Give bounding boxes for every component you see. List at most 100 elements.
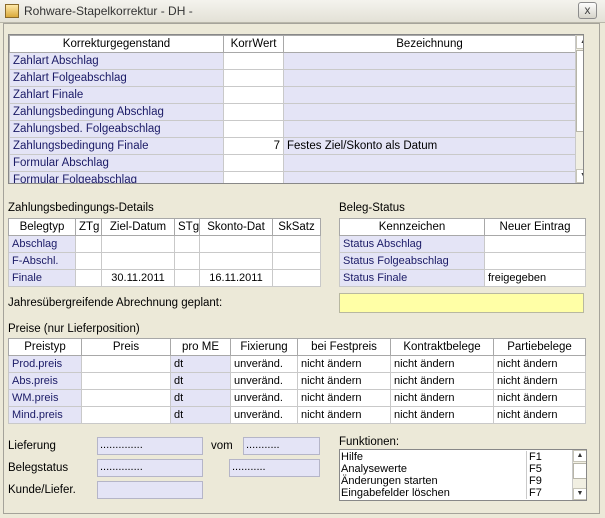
- app-icon: [5, 4, 19, 18]
- beleg-title: Beleg-Status: [339, 202, 405, 214]
- ztg-cell[interactable]: [75, 235, 102, 253]
- stg-cell[interactable]: [174, 269, 200, 287]
- pro-me-cell[interactable]: dt: [170, 389, 231, 407]
- table-row[interactable]: F-Abschl.: [8, 252, 321, 270]
- table-row[interactable]: Zahlungsbed. Folgeabschlag: [9, 120, 576, 138]
- korrwert-cell[interactable]: [223, 120, 284, 138]
- korrwert-cell[interactable]: [223, 86, 284, 104]
- function-name: Hilfe: [341, 451, 364, 463]
- sksatz-cell[interactable]: [272, 235, 321, 253]
- belegtyp-cell: Abschlag: [8, 235, 76, 253]
- fixierung-cell[interactable]: unveränd.: [230, 389, 298, 407]
- kontraktbelege-cell[interactable]: nicht ändern: [390, 389, 494, 407]
- partiebelege-cell[interactable]: nicht ändern: [493, 389, 586, 407]
- table-row[interactable]: Zahlart Abschlag: [9, 52, 576, 70]
- scroll-thumb[interactable]: [573, 463, 586, 479]
- table-row[interactable]: Abschlag: [8, 235, 321, 253]
- header-ziel-datum: Ziel-Datum: [101, 218, 175, 236]
- lieferung-field[interactable]: ..............: [97, 437, 203, 455]
- bei-festpreis-cell[interactable]: nicht ändern: [297, 355, 391, 373]
- vom-label: vom: [211, 440, 233, 452]
- korrwert-cell[interactable]: [223, 52, 284, 70]
- partiebelege-cell[interactable]: nicht ändern: [493, 355, 586, 373]
- kunde-field[interactable]: [97, 481, 203, 499]
- table-row[interactable]: Zahlungsbedingung Finale 7 Festes Ziel/Sko…: [9, 137, 576, 155]
- korrwert-cell[interactable]: 7: [223, 137, 284, 155]
- preis-cell[interactable]: [81, 389, 171, 407]
- table-row[interactable]: Zahlart Finale: [9, 86, 576, 104]
- korrwert-cell[interactable]: [223, 171, 284, 183]
- jahres-field[interactable]: [339, 293, 584, 313]
- ziel-datum-cell[interactable]: 30.11.2011: [101, 269, 175, 287]
- korrwert-cell[interactable]: [223, 103, 284, 121]
- kontraktbelege-cell[interactable]: nicht ändern: [390, 355, 494, 373]
- skonto-dat-cell[interactable]: [199, 252, 273, 270]
- vertical-scrollbar[interactable]: ▲ ▼: [575, 35, 583, 183]
- table-row[interactable]: Zahlart Folgeabschlag: [9, 69, 576, 87]
- neuer-eintrag-cell[interactable]: [484, 252, 586, 270]
- stg-cell[interactable]: [174, 252, 200, 270]
- neuer-eintrag-cell[interactable]: freigegeben: [484, 269, 586, 287]
- korrwert-cell[interactable]: [223, 154, 284, 172]
- table-row[interactable]: Status Abschlag: [339, 235, 586, 253]
- pro-me-cell[interactable]: dt: [170, 372, 231, 390]
- preis-cell[interactable]: [81, 406, 171, 424]
- skonto-dat-cell[interactable]: [199, 235, 273, 253]
- row-label: Zahlart Folgeabschlag: [9, 69, 224, 87]
- table-row[interactable]: Abs.preis dt unveränd. nicht ändern nich…: [8, 372, 586, 390]
- table-row[interactable]: Formular Abschlag: [9, 154, 576, 172]
- table-row[interactable]: WM.preis dt unveränd. nicht ändern nicht…: [8, 389, 586, 407]
- sksatz-cell[interactable]: [272, 252, 321, 270]
- skonto-dat-cell[interactable]: 16.11.2011: [199, 269, 273, 287]
- funktionen-list[interactable]: Hilfe F1 Analysewerte F5 Änderungen starte…: [339, 449, 587, 501]
- kontraktbelege-cell[interactable]: nicht ändern: [390, 406, 494, 424]
- table-row[interactable]: Finale 30.11.2011 16.11.2011: [8, 269, 321, 287]
- partiebelege-cell[interactable]: nicht ändern: [493, 372, 586, 390]
- korrwert-cell[interactable]: [223, 69, 284, 87]
- bei-festpreis-cell[interactable]: nicht ändern: [297, 372, 391, 390]
- partiebelege-cell[interactable]: nicht ändern: [493, 406, 586, 424]
- pro-me-cell[interactable]: dt: [170, 355, 231, 373]
- ztg-cell[interactable]: [75, 252, 102, 270]
- function-name: Eingabefelder löschen: [341, 487, 450, 499]
- ziel-datum-cell[interactable]: [101, 235, 175, 253]
- fixierung-cell[interactable]: unveränd.: [230, 355, 298, 373]
- scroll-down-icon[interactable]: ▼: [573, 488, 586, 500]
- row-label: Zahlart Abschlag: [9, 52, 224, 70]
- bezeichnung-cell: Festes Ziel/Skonto als Datum: [283, 137, 576, 155]
- scroll-up-icon[interactable]: ▲: [573, 450, 586, 462]
- ztg-cell[interactable]: [75, 269, 102, 287]
- table-row[interactable]: Status Finale freigegeben: [339, 269, 586, 287]
- belegstatus-field[interactable]: ..............: [97, 459, 203, 477]
- fixierung-cell[interactable]: unveränd.: [230, 406, 298, 424]
- sksatz-cell[interactable]: [272, 269, 321, 287]
- zahlung-table: Belegtyp ZTg Ziel-Datum STg Skonto-Dat S…: [8, 218, 321, 287]
- preistyp-cell: Abs.preis: [8, 372, 82, 390]
- preistyp-cell: Prod.preis: [8, 355, 82, 373]
- table-row[interactable]: Formular Folgeabschlag: [9, 171, 576, 183]
- pro-me-cell[interactable]: dt: [170, 406, 231, 424]
- bezeichnung-cell: [283, 69, 576, 87]
- stg-cell[interactable]: [174, 235, 200, 253]
- kennzeichen-cell: Status Folgeabschlag: [339, 252, 485, 270]
- scroll-down-icon[interactable]: ▼: [576, 169, 583, 183]
- preis-cell[interactable]: [81, 355, 171, 373]
- belegstatus-field-2[interactable]: ...........: [229, 459, 320, 477]
- table-row[interactable]: Mind.preis dt unveränd. nicht ändern nic…: [8, 406, 586, 424]
- kontraktbelege-cell[interactable]: nicht ändern: [390, 372, 494, 390]
- bei-festpreis-cell[interactable]: nicht ändern: [297, 406, 391, 424]
- funktionen-scrollbar[interactable]: ▲ ▼: [572, 450, 586, 500]
- table-row[interactable]: Status Folgeabschlag: [339, 252, 586, 270]
- ziel-datum-cell[interactable]: [101, 252, 175, 270]
- close-button[interactable]: x: [578, 2, 597, 19]
- table-row[interactable]: Prod.preis dt unveränd. nicht ändern nic…: [8, 355, 586, 373]
- fixierung-cell[interactable]: unveränd.: [230, 372, 298, 390]
- neuer-eintrag-cell[interactable]: [484, 235, 586, 253]
- scroll-thumb[interactable]: [576, 50, 583, 132]
- preis-cell[interactable]: [81, 372, 171, 390]
- vom-field[interactable]: ...........: [243, 437, 320, 455]
- table-row[interactable]: Zahlungsbedingung Abschlag: [9, 103, 576, 121]
- bei-festpreis-cell[interactable]: nicht ändern: [297, 389, 391, 407]
- scroll-up-icon[interactable]: ▲: [576, 35, 583, 49]
- table-header-row: Korrekturgegenstand KorrWert Bezeichnung: [9, 35, 576, 53]
